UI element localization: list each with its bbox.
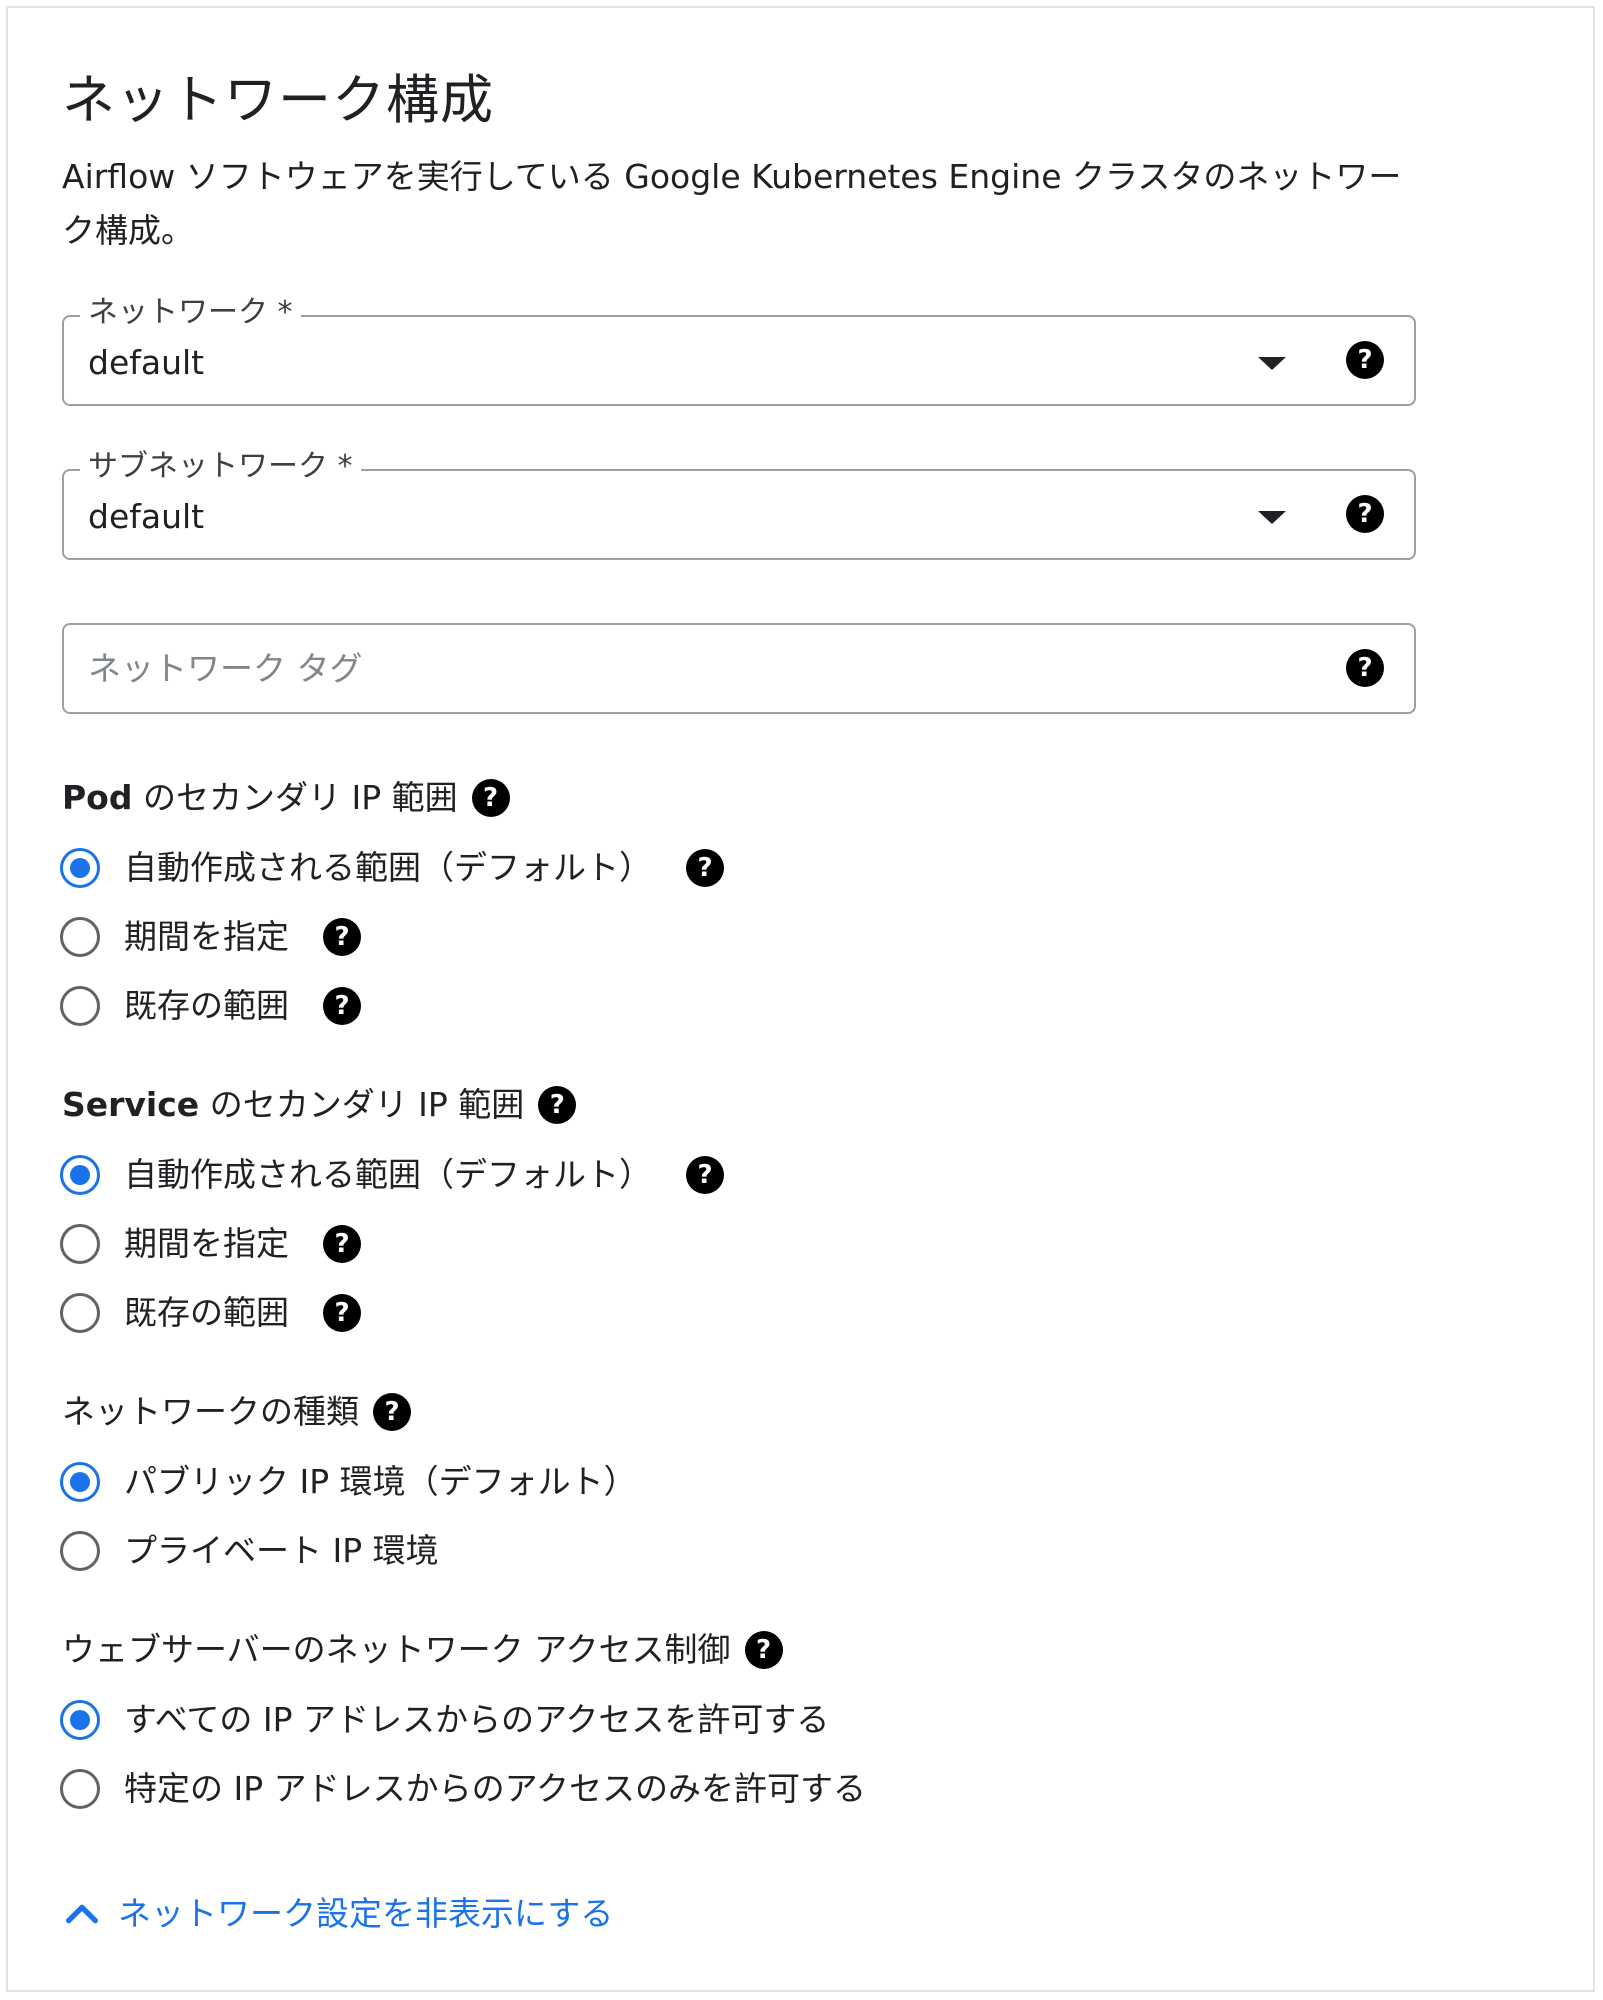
hide-network-settings-label: ネットワーク設定を非表示にする — [118, 1894, 614, 1933]
service-range-heading: Service のセカンダリ IP 範囲 ? — [62, 1083, 577, 1127]
radio-label: 期間を指定 — [124, 917, 289, 956]
help-icon[interactable]: ? — [1346, 341, 1384, 379]
help-icon[interactable]: ? — [373, 1393, 411, 1431]
subnetwork-value: default — [88, 497, 205, 536]
radio-label: パブリック IP 環境（デフォルト） — [124, 1462, 637, 1501]
webserver-access-title: ウェブサーバーのネットワーク アクセス制御 — [62, 1630, 731, 1669]
subnetwork-select[interactable]: サブネットワーク * default ? — [62, 447, 1416, 560]
radio-unselected[interactable] — [60, 1769, 100, 1809]
help-icon[interactable]: ? — [1346, 495, 1384, 533]
webserver-access-heading: ウェブサーバーのネットワーク アクセス制御 ? — [62, 1628, 783, 1672]
help-icon[interactable]: ? — [538, 1086, 577, 1124]
help-icon[interactable]: ? — [686, 1156, 724, 1194]
network-value: default — [88, 343, 205, 382]
radio-selected[interactable] — [60, 1155, 100, 1195]
pod-range-title-rest: のセカンダリ IP 範囲 — [132, 778, 458, 817]
radio-label: 特定の IP アドレスからのアクセスのみを許可する — [124, 1769, 866, 1808]
chevron-up-icon — [66, 1904, 99, 1924]
webserver-access-option-all[interactable]: すべての IP アドレスからのアクセスを許可する — [60, 1698, 829, 1742]
dropdown-arrow-icon[interactable] — [1258, 511, 1286, 524]
radio-unselected[interactable] — [60, 1531, 100, 1571]
help-icon[interactable]: ? — [1346, 649, 1384, 687]
radio-unselected[interactable] — [60, 1293, 100, 1333]
network-tags-input[interactable]: ネットワーク タグ ? — [62, 623, 1416, 714]
pod-range-option-auto[interactable]: 自動作成される範囲（デフォルト） ? — [60, 846, 724, 890]
webserver-access-option-specific[interactable]: 特定の IP アドレスからのアクセスのみを許可する — [60, 1767, 866, 1811]
radio-label: 既存の範囲 — [124, 986, 289, 1025]
radio-unselected[interactable] — [60, 917, 100, 957]
help-icon[interactable]: ? — [471, 779, 510, 817]
service-range-title-rest: のセカンダリ IP 範囲 — [199, 1085, 525, 1124]
pod-range-option-existing[interactable]: 既存の範囲 ? — [60, 984, 361, 1028]
pod-range-option-specify[interactable]: 期間を指定 ? — [60, 915, 361, 959]
network-type-option-private[interactable]: プライベート IP 環境 — [60, 1529, 439, 1573]
radio-label: 自動作成される範囲（デフォルト） — [124, 848, 652, 887]
radio-label: 期間を指定 — [124, 1224, 289, 1263]
dropdown-arrow-icon[interactable] — [1258, 357, 1286, 370]
page-title: ネットワーク構成 — [62, 70, 494, 131]
service-range-option-specify[interactable]: 期間を指定 ? — [60, 1222, 361, 1266]
help-icon[interactable]: ? — [323, 987, 361, 1025]
help-icon[interactable]: ? — [323, 918, 361, 956]
help-icon[interactable]: ? — [323, 1225, 361, 1263]
radio-selected[interactable] — [60, 1462, 100, 1502]
network-tags-placeholder: ネットワーク タグ — [88, 649, 363, 688]
service-range-title-bold: Service — [62, 1085, 200, 1124]
help-icon[interactable]: ? — [744, 1631, 783, 1669]
radio-selected[interactable] — [60, 1700, 100, 1740]
pod-range-heading: Pod のセカンダリ IP 範囲 ? — [62, 776, 510, 820]
radio-unselected[interactable] — [60, 1224, 100, 1264]
help-icon[interactable]: ? — [686, 849, 724, 887]
radio-label: 既存の範囲 — [124, 1293, 289, 1332]
hide-network-settings-link[interactable]: ネットワーク設定を非表示にする — [62, 1892, 613, 1936]
section-description: Airflow ソフトウェアを実行している Google Kubernetes … — [62, 157, 1402, 250]
subnetwork-label: サブネットワーク * — [80, 447, 361, 487]
radio-unselected[interactable] — [60, 986, 100, 1026]
network-type-heading: ネットワークの種類 ? — [62, 1390, 411, 1434]
help-icon[interactable]: ? — [323, 1294, 361, 1332]
network-type-title: ネットワークの種類 — [62, 1392, 359, 1431]
radio-selected[interactable] — [60, 848, 100, 888]
radio-label: 自動作成される範囲（デフォルト） — [124, 1155, 652, 1194]
network-select[interactable]: ネットワーク * default ? — [62, 293, 1416, 406]
service-range-option-auto[interactable]: 自動作成される範囲（デフォルト） ? — [60, 1153, 724, 1197]
radio-label: すべての IP アドレスからのアクセスを許可する — [124, 1700, 830, 1739]
radio-label: プライベート IP 環境 — [124, 1531, 439, 1570]
network-label: ネットワーク * — [80, 293, 301, 333]
pod-range-title-bold: Pod — [62, 778, 133, 817]
service-range-option-existing[interactable]: 既存の範囲 ? — [60, 1291, 361, 1335]
network-type-option-public[interactable]: パブリック IP 環境（デフォルト） — [60, 1460, 637, 1504]
